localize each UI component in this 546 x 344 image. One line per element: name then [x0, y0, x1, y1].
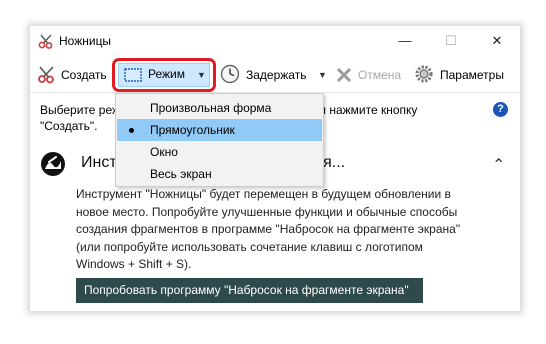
gear-icon: [415, 65, 433, 83]
highlight-ring: [112, 58, 216, 92]
window-title: Ножницы: [59, 34, 112, 48]
minimize-button[interactable]: —: [382, 26, 428, 56]
maximize-button[interactable]: ☐: [428, 26, 474, 56]
help-icon[interactable]: ?: [493, 102, 508, 117]
menu-item-window[interactable]: Окно: [117, 141, 322, 163]
title-bar: Ножницы — ☐ ✕: [30, 26, 520, 56]
collapse-chevron-icon[interactable]: ⌃: [492, 155, 505, 175]
cancel-x-icon: [336, 67, 352, 83]
menu-item-label: Весь экран: [150, 167, 212, 181]
options-button[interactable]: Параметры: [414, 64, 516, 86]
menu-item-label: Произвольная форма: [150, 101, 272, 115]
menu-item-rectangle[interactable]: Прямоугольник: [117, 119, 322, 141]
scissors-icon: [38, 34, 53, 49]
mode-dropdown-menu: Произвольная форма Прямоугольник Окно Ве…: [115, 93, 324, 187]
options-label: Параметры: [440, 68, 504, 82]
cancel-label: Отмена: [358, 68, 402, 82]
menu-item-label: Окно: [150, 145, 178, 159]
close-button[interactable]: ✕: [474, 26, 520, 56]
notice-title-start: Инст: [81, 154, 117, 171]
try-snip-sketch-button[interactable]: Попробовать программу "Набросок на фрагм…: [76, 278, 423, 303]
selected-bullet-icon: [129, 128, 134, 133]
hint-line2: "Создать".: [40, 119, 98, 133]
delay-dropdown-icon[interactable]: ▼: [318, 70, 327, 80]
clock-icon: [220, 64, 240, 84]
menu-item-freeform[interactable]: Произвольная форма: [117, 97, 322, 119]
toolbar: Создать Режим ▼ Задержать ▼ Отмена Парам…: [30, 56, 520, 92]
delay-label: Задержать: [246, 68, 307, 82]
snip-sketch-icon: [41, 152, 65, 176]
menu-item-label: Прямоугольник: [150, 123, 235, 137]
delay-button[interactable]: Задержать: [220, 64, 308, 86]
notice-body: Инструмент "Ножницы" будет перемещен в б…: [76, 187, 461, 271]
menu-item-fullscreen[interactable]: Весь экран: [117, 163, 322, 185]
hint-line1-start: Выберите реж: [40, 103, 121, 117]
new-button[interactable]: Создать: [37, 64, 109, 86]
scissors-icon: [38, 66, 54, 84]
new-label: Создать: [61, 68, 107, 82]
cancel-button[interactable]: Отмена: [335, 64, 407, 86]
